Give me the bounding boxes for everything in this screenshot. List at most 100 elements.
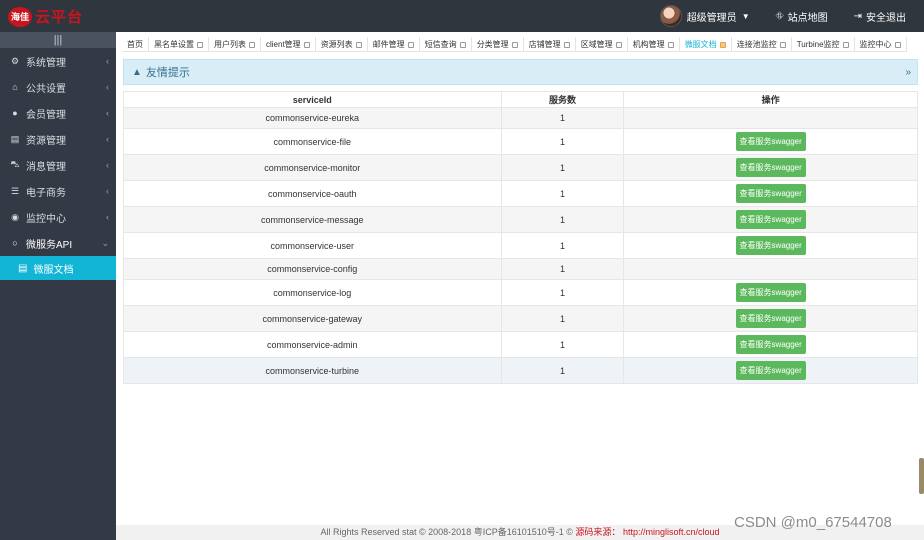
cell-action: 查看服务swagger — [623, 232, 918, 259]
circle-icon: ○ — [12, 238, 18, 248]
close-icon[interactable] — [779, 41, 786, 48]
close-icon[interactable] — [249, 41, 255, 48]
table-row: commonservice-user 1 查看服务swagger — [123, 232, 918, 259]
tab-mail[interactable]: 邮件管理 — [368, 37, 420, 52]
view-swagger-button[interactable]: 查看服务swagger — [735, 283, 806, 302]
car-icon: ⛍ — [10, 159, 20, 169]
tab-blacklist[interactable]: 黑名单设置 — [149, 37, 209, 52]
sidebar-item-ecommerce[interactable]: ☰ 电子商务 ‹ — [0, 178, 116, 204]
close-icon[interactable] — [197, 41, 203, 48]
cell-count: 1 — [500, 180, 625, 207]
sidebar-item-microservice-api[interactable]: ○ 微服务API ⌄ — [0, 230, 116, 256]
view-swagger-button[interactable]: 查看服务swagger — [735, 158, 806, 177]
column-header-count[interactable]: 服务数 — [500, 91, 625, 108]
sidebar-item-messages[interactable]: ⛍ 消息管理 ‹ — [0, 152, 116, 178]
close-icon[interactable] — [615, 41, 622, 48]
sidebar-item-resources[interactable]: ▤ 资源管理 ‹ — [0, 126, 116, 152]
menu-icon: ||| — [53, 34, 63, 46]
sidebar-item-label: 会员管理 — [26, 109, 66, 121]
close-icon[interactable] — [719, 41, 726, 48]
avatar[interactable] — [659, 5, 682, 27]
notice-title: 友情提示 — [145, 67, 190, 79]
sidebar-item-monitor[interactable]: ◉ 监控中心 ‹ — [0, 204, 116, 230]
user-icon: ● — [12, 108, 18, 118]
column-header-serviceid[interactable]: serviceId — [123, 91, 502, 108]
view-swagger-button[interactable]: 查看服务swagger — [735, 335, 806, 354]
tab-resource-list[interactable]: 资源列表 — [316, 37, 368, 52]
sidebar-item-label: 资源管理 — [26, 135, 66, 147]
tab-client[interactable]: client管理 — [261, 37, 316, 52]
tab-label: 黑名单设置 — [154, 40, 194, 49]
sidebar-item-system[interactable]: ⚙ 系统管理 ‹ — [0, 48, 116, 74]
sidebar-item-members[interactable]: ● 会员管理 ‹ — [0, 100, 116, 126]
doc-icon: ▤ — [18, 262, 28, 274]
logo[interactable]: 海佳 云平台 — [8, 6, 83, 27]
tab-org[interactable]: 机构管理 — [628, 37, 680, 52]
cell-action — [623, 258, 918, 280]
close-icon[interactable] — [355, 41, 362, 48]
bank-icon: ⌂ — [12, 82, 18, 92]
tab-user-list[interactable]: 用户列表 — [209, 37, 261, 52]
sidebar-item-label: 公共设置 — [26, 83, 66, 95]
table-row: commonservice-log 1 查看服务swagger — [123, 279, 918, 306]
logout-link[interactable]: ⇥ 安全退出 — [854, 9, 906, 24]
chevron-left-icon: ‹ — [106, 82, 109, 92]
close-icon[interactable] — [511, 41, 518, 48]
sidebar-item-public[interactable]: ⌂ 公共设置 ‹ — [0, 74, 116, 100]
tab-pool-monitor[interactable]: 连接池监控 — [732, 37, 792, 52]
cell-service: commonservice-file — [123, 128, 502, 155]
tab-monitor-center[interactable]: 监控中心 — [855, 37, 907, 52]
user-menu[interactable]: 超级管理员 ▼ — [659, 5, 750, 27]
sidebar: ||| ⚙ 系统管理 ‹ ⌂ 公共设置 ‹ ● 会员管理 ‹ ▤ 资源管理 ‹ … — [0, 32, 116, 540]
tab-label: 短信查询 — [424, 40, 457, 49]
close-icon[interactable] — [303, 41, 310, 48]
close-icon[interactable] — [894, 41, 901, 48]
tab-category[interactable]: 分类管理 — [472, 37, 524, 52]
close-icon[interactable] — [563, 41, 570, 48]
top-right-nav: 超级管理员 ▼ ⛗ 站点地图 ⇥ 安全退出 — [659, 0, 906, 32]
table-row: commonservice-gateway 1 查看服务swagger — [123, 305, 918, 332]
table-row: commonservice-file 1 查看服务swagger — [123, 128, 918, 155]
caret-down-icon: ▼ — [741, 11, 750, 21]
tab-label: client管理 — [266, 40, 301, 49]
tab-label: 连接池监控 — [736, 40, 777, 49]
close-icon[interactable] — [842, 41, 849, 48]
close-icon[interactable] — [407, 41, 414, 48]
tab-sms[interactable]: 短信查询 — [420, 37, 472, 52]
close-icon[interactable] — [667, 41, 674, 48]
cell-service: commonservice-admin — [123, 331, 502, 358]
sidebar-subitem-docs[interactable]: ▤ 微服文档 — [0, 256, 116, 280]
view-swagger-button[interactable]: 查看服务swagger — [735, 132, 806, 151]
double-chevron-down-icon[interactable]: » — [905, 67, 911, 78]
sidebar-subitem-label: 微服文档 — [33, 264, 74, 276]
tab-region[interactable]: 区域管理 — [576, 37, 628, 52]
file-icon: ▤ — [10, 133, 20, 144]
cell-action: 查看服务swagger — [623, 154, 918, 181]
cell-action: 查看服务swagger — [623, 206, 918, 233]
chevron-down-icon: ⌄ — [101, 237, 109, 248]
sidebar-toggle-button[interactable]: ||| — [0, 32, 116, 48]
cell-action: 查看服务swagger — [623, 331, 918, 358]
chevron-left-icon: ‹ — [106, 108, 109, 118]
table-row: commonservice-admin 1 查看服务swagger — [123, 331, 918, 358]
sitemap-icon: ⛗ — [775, 10, 784, 22]
tab-shop[interactable]: 店铺管理 — [524, 37, 576, 52]
view-swagger-button[interactable]: 查看服务swagger — [735, 361, 806, 380]
tab-turbine[interactable]: Turbine监控 — [792, 37, 855, 52]
close-icon[interactable] — [459, 41, 466, 48]
footer-source-link[interactable]: http://minglisoft.cn/cloud — [623, 527, 720, 537]
cell-count: 1 — [500, 206, 625, 233]
cell-count: 1 — [500, 258, 625, 280]
logout-icon: ⇥ — [853, 10, 862, 22]
tab-home[interactable]: 首页 — [122, 37, 149, 52]
sidebar-item-label: 电子商务 — [26, 187, 66, 199]
scroll-handle[interactable] — [919, 458, 924, 494]
cell-service: commonservice-gateway — [123, 305, 502, 332]
site-map-link[interactable]: ⛗ 站点地图 — [776, 9, 828, 24]
view-swagger-button[interactable]: 查看服务swagger — [735, 309, 806, 328]
view-swagger-button[interactable]: 查看服务swagger — [735, 184, 806, 203]
view-swagger-button[interactable]: 查看服务swagger — [735, 210, 806, 229]
tab-microservice-docs[interactable]: 微服文档 — [680, 37, 732, 52]
cell-count: 1 — [500, 357, 625, 384]
view-swagger-button[interactable]: 查看服务swagger — [735, 236, 806, 255]
